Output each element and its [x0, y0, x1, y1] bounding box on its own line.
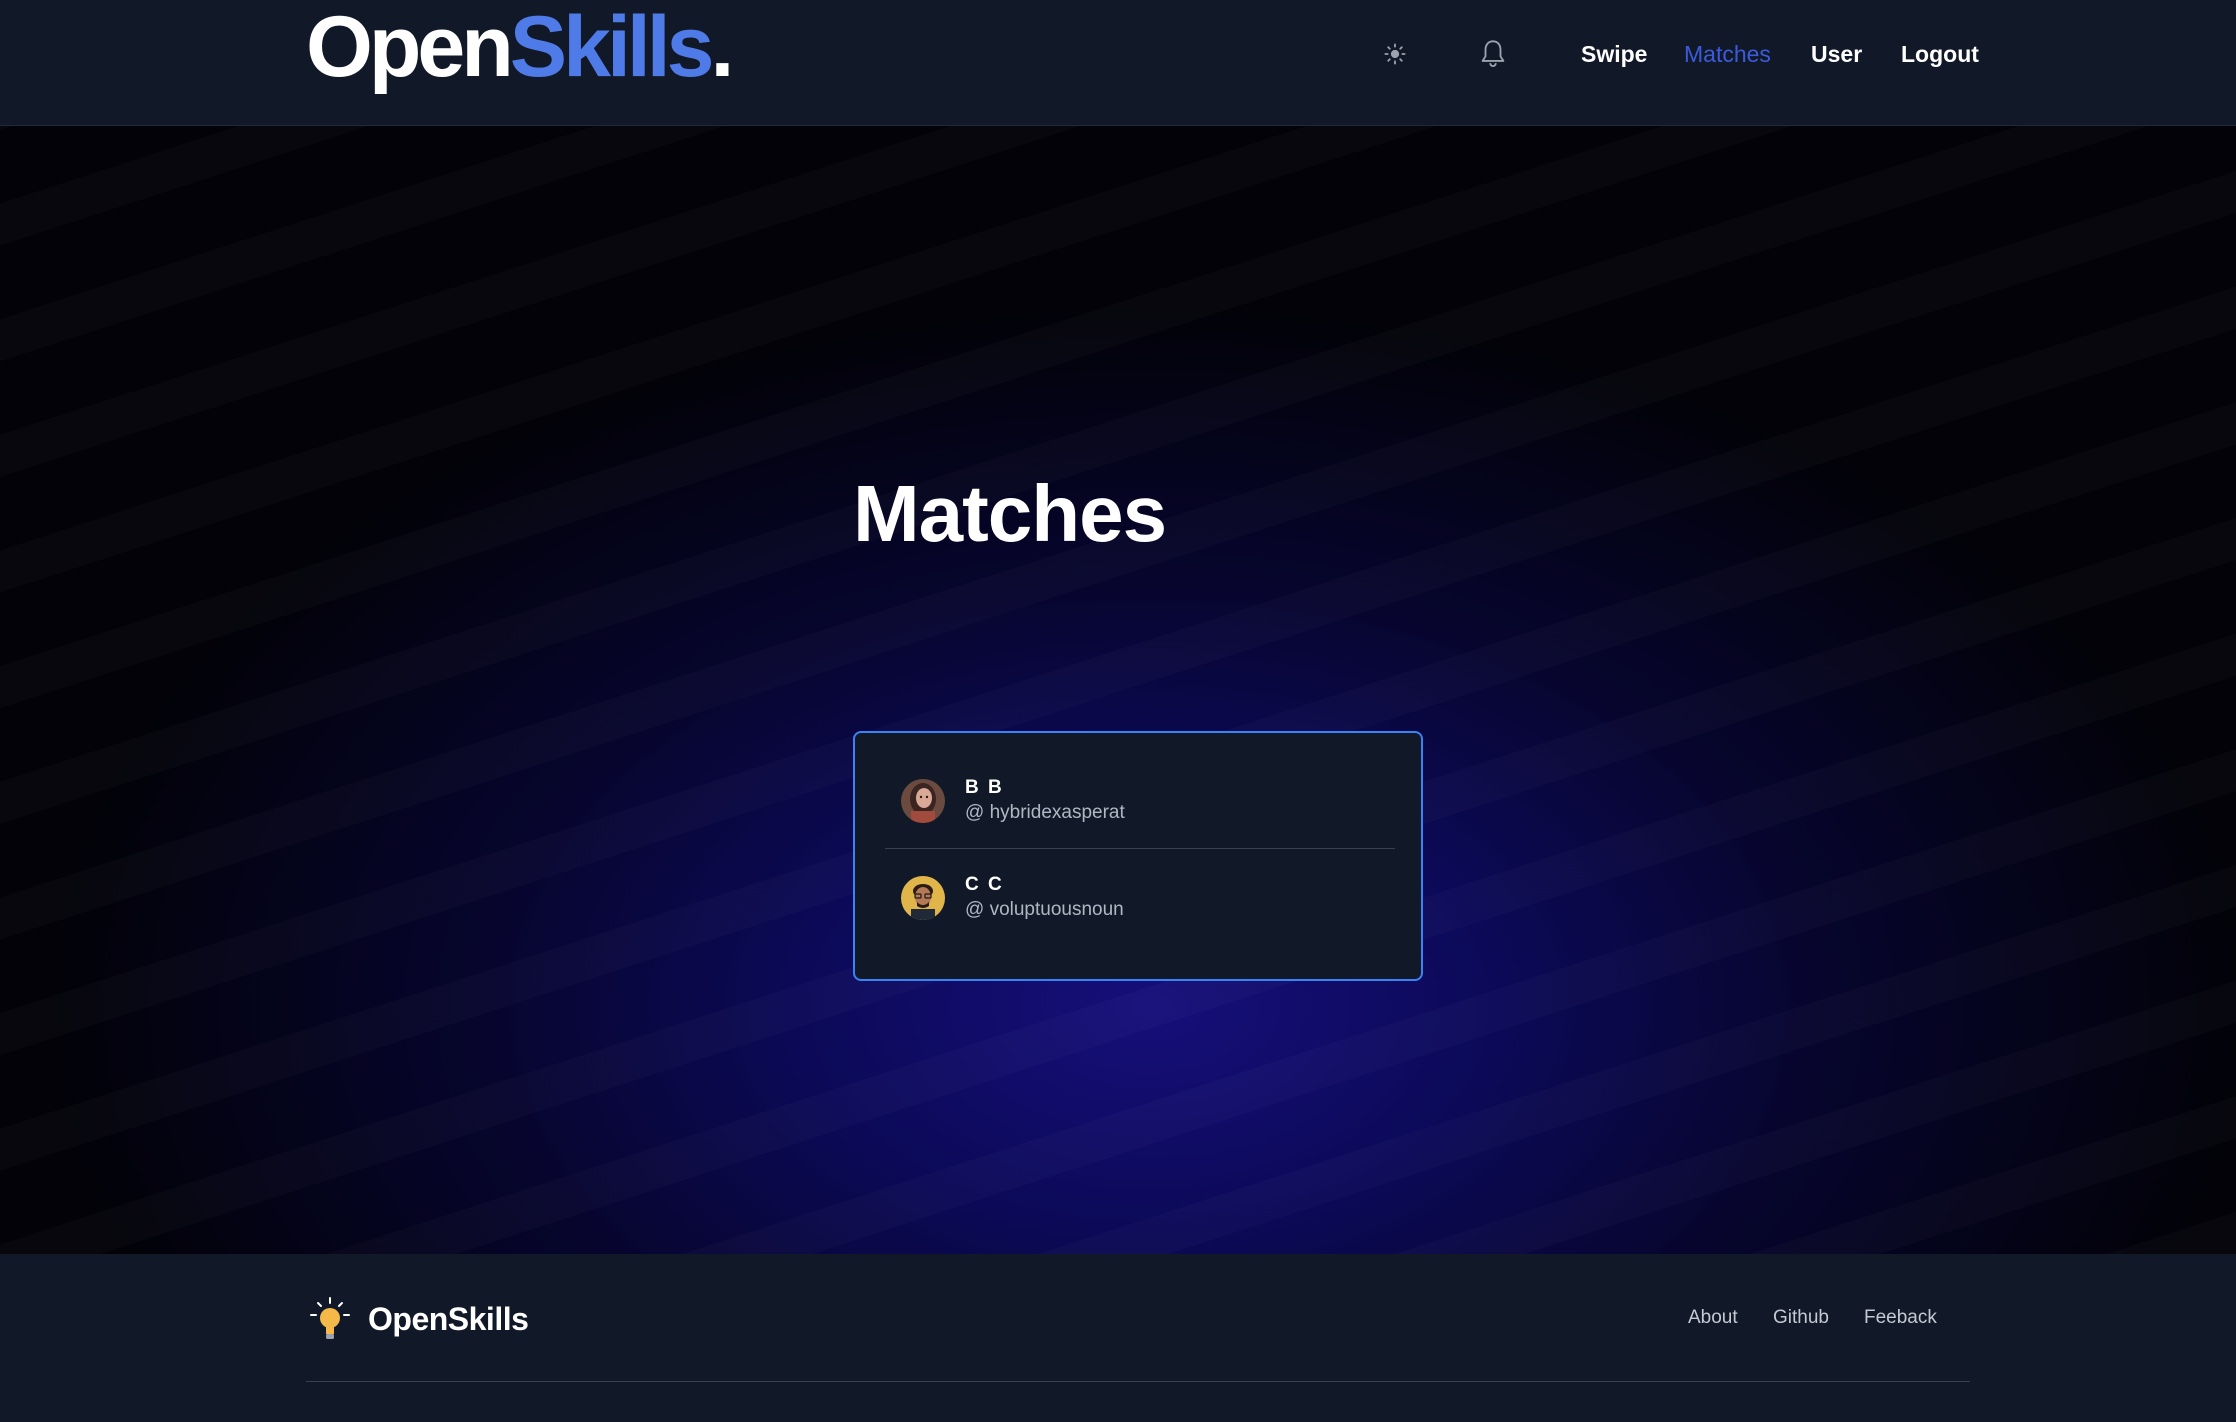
match-handle: @ hybridexasperat: [965, 801, 1125, 823]
lightbulb-icon: [310, 1297, 350, 1339]
avatar: [901, 876, 945, 920]
page-title: Matches: [853, 469, 1167, 558]
match-item[interactable]: C C @ voluptuousnoun: [885, 850, 1395, 946]
nav-logout[interactable]: Logout: [1901, 40, 1979, 68]
match-name: C C: [965, 874, 1004, 895]
logo-open: Open: [306, 0, 514, 95]
logo-skills: Skills: [509, 0, 715, 95]
footer-link-github[interactable]: Github: [1773, 1306, 1829, 1330]
bell-icon: [1481, 40, 1505, 68]
footer-link-about[interactable]: About: [1688, 1306, 1738, 1330]
footer-link-feedback[interactable]: Feeback: [1864, 1306, 1937, 1330]
footer: OpenSkills About Github Feeback: [0, 1254, 2236, 1422]
footer-brand-name: OpenSkills: [368, 1300, 529, 1337]
main-content: Matches B B @ hybridexasperat C C @ volu…: [0, 126, 2236, 1254]
match-item[interactable]: B B @ hybridexasperat: [885, 753, 1395, 849]
matches-list: B B @ hybridexasperat C C @ voluptuousno…: [853, 731, 1423, 981]
sun-icon: [1384, 43, 1406, 65]
footer-brand[interactable]: OpenSkills: [306, 1296, 529, 1342]
avatar: [901, 778, 945, 823]
theme-toggle-button[interactable]: [1375, 34, 1415, 74]
nav-matches[interactable]: Matches: [1684, 40, 1771, 68]
notifications-button[interactable]: [1473, 34, 1513, 74]
site-logo[interactable]: OpenSkills.: [306, 4, 734, 90]
nav-swipe[interactable]: Swipe: [1581, 40, 1647, 68]
footer-divider: [306, 1381, 1970, 1382]
match-name: B B: [965, 776, 1004, 798]
logo-dot: .: [710, 0, 735, 95]
top-navbar: OpenSkills. Swipe Matches User Logout: [0, 0, 2236, 126]
match-handle: @ voluptuousnoun: [965, 899, 1124, 920]
nav-user[interactable]: User: [1811, 40, 1862, 68]
